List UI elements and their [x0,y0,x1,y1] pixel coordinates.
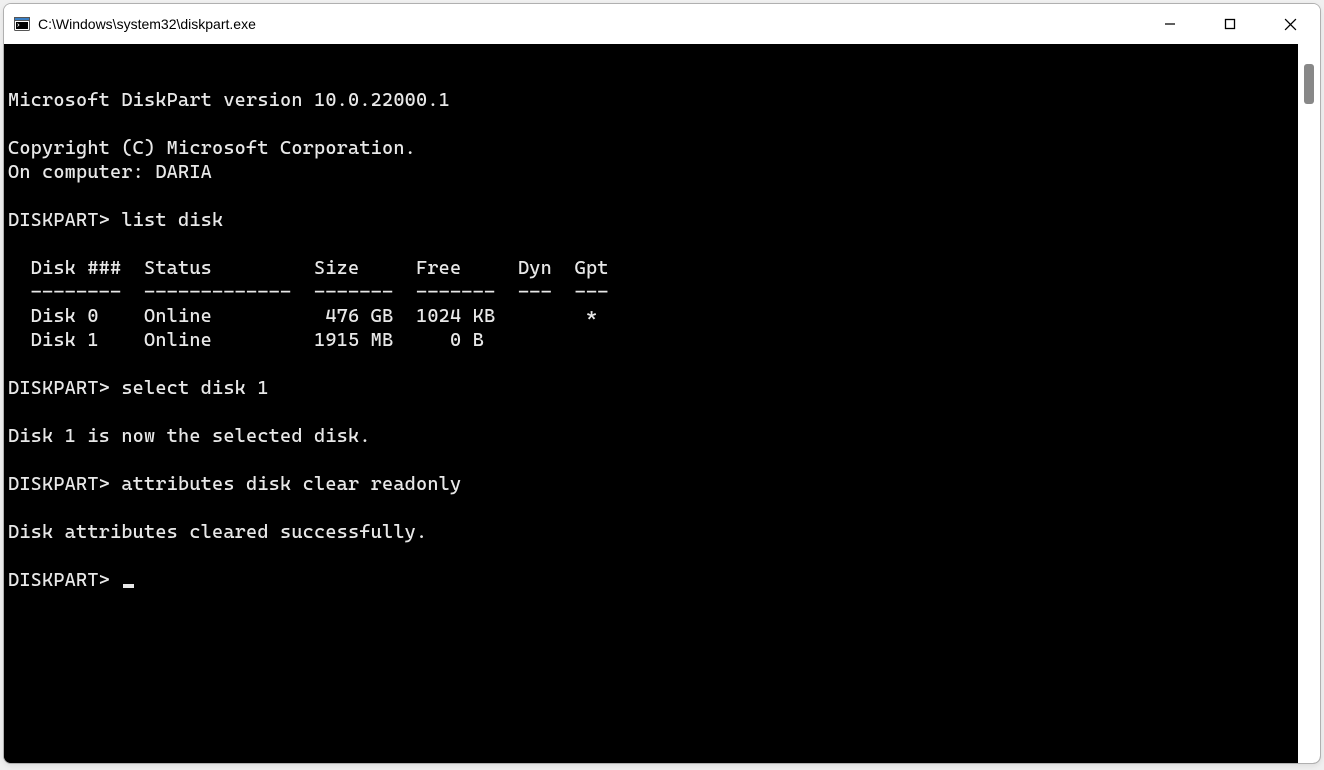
titlebar[interactable]: C:\Windows\system32\diskpart.exe [4,4,1320,44]
terminal-line [8,184,1298,208]
terminal-line: DISKPART> select disk 1 [8,376,1298,400]
terminal-line: -------- ------------- ------- ------- -… [8,280,1298,304]
client-area: Microsoft DiskPart version 10.0.22000.1 C… [4,44,1320,763]
terminal-line [8,352,1298,376]
close-button[interactable] [1260,4,1320,44]
terminal-line: Disk 1 Online 1915 MB 0 B [8,328,1298,352]
window-controls [1140,4,1320,44]
vertical-scrollbar[interactable] [1298,44,1320,763]
terminal-line: Microsoft DiskPart version 10.0.22000.1 [8,88,1298,112]
terminal-line: On computer: DARIA [8,160,1298,184]
terminal-line: DISKPART> [8,568,1298,592]
terminal-line [8,496,1298,520]
minimize-button[interactable] [1140,4,1200,44]
terminal-line [8,64,1298,88]
terminal-line: Copyright (C) Microsoft Corporation. [8,136,1298,160]
terminal-line [8,544,1298,568]
terminal-line: Disk attributes cleared successfully. [8,520,1298,544]
terminal-line: Disk 0 Online 476 GB 1024 KB * [8,304,1298,328]
maximize-button[interactable] [1200,4,1260,44]
terminal-line: DISKPART> list disk [8,208,1298,232]
terminal-line: Disk 1 is now the selected disk. [8,424,1298,448]
terminal-output[interactable]: Microsoft DiskPart version 10.0.22000.1 C… [4,44,1298,763]
terminal-line [8,400,1298,424]
window-title: C:\Windows\system32\diskpart.exe [38,16,1140,32]
terminal-line: DISKPART> attributes disk clear readonly [8,472,1298,496]
terminal-app-icon [14,16,30,32]
terminal-line [8,232,1298,256]
terminal-cursor [123,584,134,588]
app-window: C:\Windows\system32\diskpart.exe Microso… [3,3,1321,764]
terminal-line: Disk ### Status Size Free Dyn Gpt [8,256,1298,280]
scrollbar-thumb[interactable] [1304,64,1314,104]
terminal-line [8,448,1298,472]
terminal-line [8,112,1298,136]
